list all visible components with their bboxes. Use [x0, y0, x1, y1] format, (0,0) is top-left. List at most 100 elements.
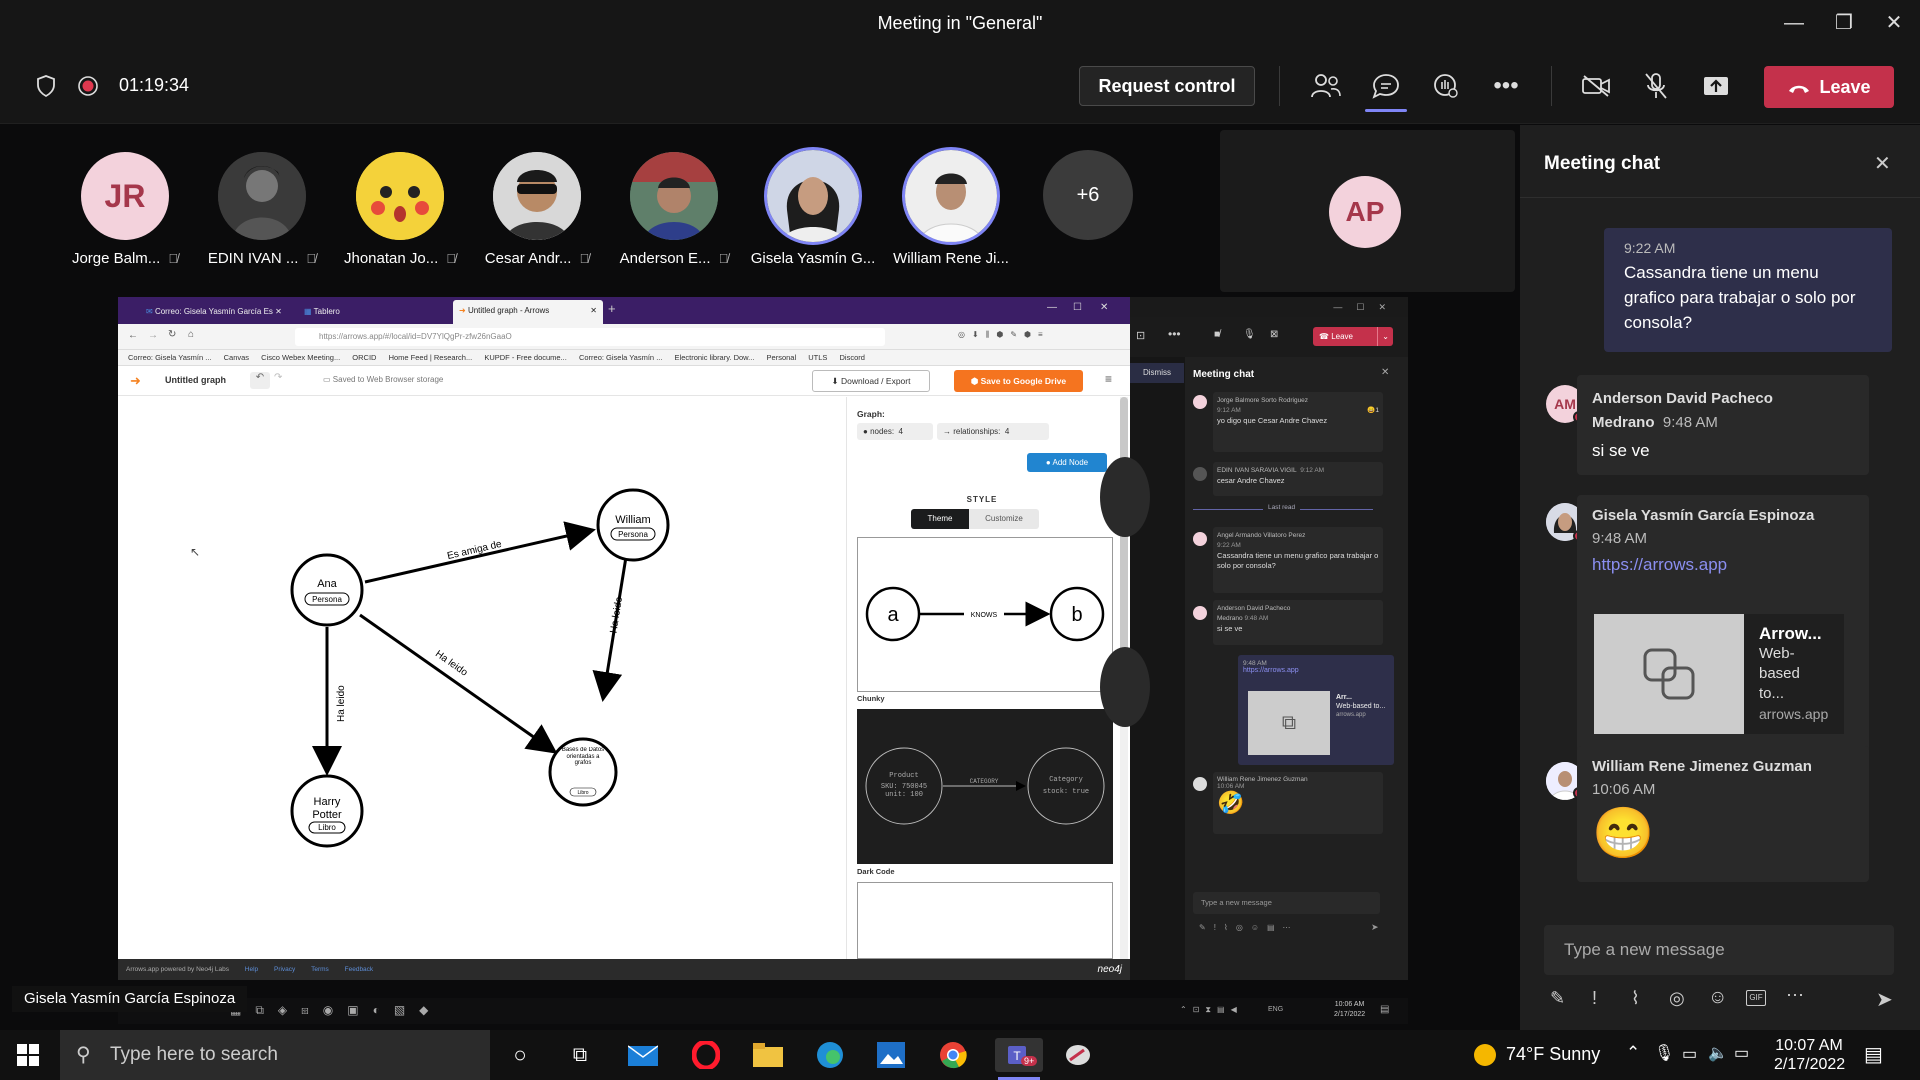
windows-start-icon[interactable] — [17, 1044, 39, 1071]
inner-leave-button[interactable]: ☎ Leave ⌄ — [1313, 327, 1393, 346]
participant-tile[interactable]: EDIN IVAN ... 🎙̸ — [197, 152, 327, 267]
bookmark[interactable]: Cisco Webex Meeting... — [261, 353, 340, 362]
node-ana[interactable]: Ana Persona — [290, 553, 364, 627]
node-william[interactable]: William Persona — [596, 488, 670, 562]
participant-tile[interactable]: Cesar Andr... 🎙̸ — [472, 152, 602, 267]
request-control-button[interactable]: Request control — [1079, 66, 1255, 106]
link-preview-icon[interactable] — [1594, 614, 1744, 734]
download-export-button[interactable]: ⬇ Download / Export — [812, 370, 930, 392]
redo-icon[interactable]: ↷ — [274, 372, 282, 383]
bookmark[interactable]: ORCID — [352, 353, 376, 362]
footer-link[interactable]: Privacy — [274, 966, 295, 973]
inner-share-icon[interactable]: ⊠ — [1270, 329, 1278, 340]
participant-tile[interactable]: Gisela Yasmín G... — [748, 147, 878, 267]
gif-icon[interactable]: GIF — [1746, 990, 1766, 1006]
edge-icon[interactable] — [810, 1038, 850, 1072]
snipping-tool-icon[interactable] — [1058, 1038, 1098, 1072]
maximize-icon[interactable]: ☐ — [1073, 302, 1082, 313]
participant-tile[interactable]: Anderson E... 🎙̸ — [609, 152, 739, 267]
inner-send-icon[interactable]: ➤ — [1371, 922, 1379, 933]
inner-chat-icon[interactable]: ⊡ — [1136, 329, 1145, 342]
more-icon[interactable]: ⋯ — [1786, 985, 1804, 1006]
share-screen-icon[interactable] — [1698, 68, 1734, 104]
photos-icon[interactable] — [871, 1038, 911, 1072]
dismiss-button[interactable]: Dismiss — [1130, 363, 1184, 383]
footer-link[interactable]: Terms — [311, 966, 329, 973]
inner-compose-tools[interactable]: ✎!⌇◎☺▤⋯ — [1199, 923, 1299, 932]
bookmark[interactable]: KUPDF - Free docume... — [484, 353, 567, 362]
participant-tile[interactable]: Jhonatan Jo... 🎙̸ — [335, 152, 465, 267]
minimize-icon[interactable]: — — [1047, 302, 1057, 313]
react-icon[interactable] — [1428, 68, 1464, 104]
maximize-button[interactable]: ❐ — [1829, 10, 1859, 36]
inner-compose-input[interactable]: Type a new message — [1193, 892, 1380, 914]
battery-icon[interactable]: ▭ — [1682, 1044, 1697, 1064]
add-node-button[interactable]: ● Add Node — [1027, 453, 1107, 472]
attach-icon[interactable]: ⌇ — [1631, 988, 1640, 1009]
mail-icon[interactable] — [623, 1038, 663, 1072]
people-icon[interactable] — [1308, 68, 1344, 104]
browser-tab[interactable]: ▦ Tablero — [304, 302, 454, 322]
back-icon[interactable]: ← — [128, 330, 138, 341]
edge-ana-db[interactable] — [359, 613, 558, 754]
leave-button[interactable]: Leave — [1764, 66, 1894, 108]
more-options-icon[interactable]: ••• — [1488, 68, 1524, 104]
teams-icon[interactable]: T 9+ — [995, 1038, 1043, 1072]
bookmark[interactable]: Correo: Gisela Yasmín ... — [128, 353, 212, 362]
chrome-icon[interactable] — [933, 1038, 973, 1072]
theme-card[interactable] — [857, 882, 1113, 959]
edge-amiga[interactable] — [364, 521, 596, 584]
send-icon[interactable]: ➤ — [1876, 987, 1893, 1012]
browser-tab[interactable]: ✉ Correo: Gisela Yasmín García Es ✕ — [146, 302, 296, 322]
footer-link[interactable]: Feedback — [345, 966, 374, 973]
bookmark[interactable]: Discord — [840, 353, 865, 362]
bookmark[interactable]: Personal — [767, 353, 797, 362]
inner-more-icon[interactable]: ••• — [1168, 327, 1181, 341]
node-harry[interactable]: Harry Potter Libro — [290, 774, 364, 848]
bookmark[interactable]: Home Feed | Research... — [389, 353, 473, 362]
reload-icon[interactable]: ↻ — [168, 329, 176, 340]
save-google-drive-button[interactable]: ⬢ Save to Google Drive — [954, 370, 1083, 392]
important-icon[interactable]: ! — [1592, 988, 1597, 1009]
browser-extensions[interactable]: ◎⬇⫼⬢✎⬢≡ — [958, 330, 1050, 340]
network-icon[interactable]: ▭ — [1734, 1043, 1749, 1063]
close-icon[interactable]: ✕ — [1100, 302, 1108, 313]
forward-icon[interactable]: → — [148, 330, 158, 341]
file-explorer-icon[interactable] — [748, 1038, 788, 1072]
taskbar-search-input[interactable]: ⚲ Type here to search — [60, 1030, 490, 1080]
tab-customize[interactable]: Customize — [969, 509, 1039, 529]
microphone-tray-icon[interactable]: 🎙 — [1654, 1043, 1674, 1063]
bookmark[interactable]: Electronic library. Dow... — [675, 353, 755, 362]
volume-icon[interactable]: 🔈 — [1708, 1043, 1728, 1063]
camera-off-icon[interactable] — [1578, 68, 1614, 104]
bookmark[interactable]: Correo: Gisela Yasmín ... — [579, 353, 663, 362]
participant-tile[interactable]: William Rene Ji... — [886, 147, 1016, 267]
compose-input[interactable]: Type a new message — [1544, 925, 1894, 975]
graph-canvas[interactable]: Es amiga de Ha leido Ha leido Ha leido A… — [118, 397, 846, 959]
inner-camera-off-icon[interactable]: ■̸ — [1214, 329, 1220, 340]
opera-icon[interactable] — [686, 1038, 726, 1072]
weather-text[interactable]: 74°F Sunny — [1506, 1044, 1600, 1065]
theme-chunky-card[interactable]: a b KNOWS — [857, 537, 1113, 692]
chat-close-icon[interactable]: ✕ — [1874, 151, 1891, 176]
footer-link[interactable]: Help — [245, 966, 258, 973]
menu-icon[interactable]: ≡ — [1105, 372, 1112, 386]
chat-icon[interactable] — [1368, 68, 1404, 104]
emoji-picker-icon[interactable]: ☺ — [1708, 987, 1727, 1009]
tab-theme[interactable]: Theme — [911, 509, 969, 529]
participant-tile[interactable]: JR Jorge Balm... 🎙̸ — [60, 152, 190, 267]
cortana-icon[interactable]: ○ — [500, 1038, 540, 1072]
taskbar-clock[interactable]: 10:07 AM 2/17/2022 — [1774, 1036, 1845, 1074]
loop-icon[interactable]: ◎ — [1669, 988, 1685, 1009]
bookmark[interactable]: Canvas — [224, 353, 249, 362]
message-link[interactable]: https://arrows.app — [1243, 667, 1389, 674]
minimize-button[interactable]: — — [1779, 10, 1809, 36]
format-icon[interactable]: ✎ — [1550, 988, 1565, 1009]
more-participants-button[interactable]: +6 — [1043, 150, 1133, 240]
inner-chat-close-icon[interactable]: ✕ — [1381, 367, 1389, 378]
home-icon[interactable]: ⌂ — [188, 329, 194, 340]
theme-dark-code-card[interactable]: Product SKU: 750045 unit: 100 CATEGORY C… — [857, 709, 1113, 864]
mic-off-icon[interactable] — [1638, 68, 1674, 104]
tray-chevron-icon[interactable]: ⌃ — [1626, 1043, 1640, 1063]
browser-tab-active[interactable]: ➜ Untitled graph - Arrows ✕ — [453, 300, 603, 324]
